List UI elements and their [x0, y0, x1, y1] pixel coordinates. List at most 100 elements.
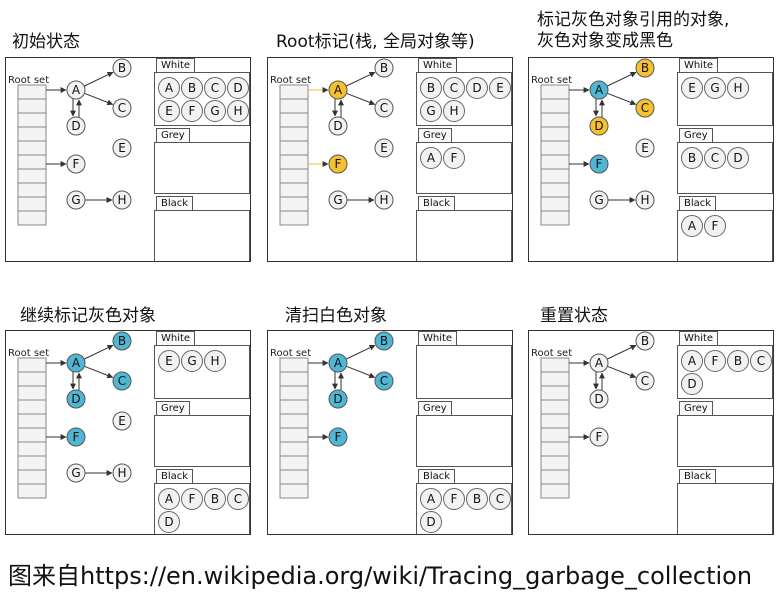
black-set — [154, 210, 250, 261]
black-set — [677, 483, 773, 534]
black-set-item-F: F — [704, 215, 726, 237]
node-G: G — [328, 190, 348, 210]
panel-title-1: 初始状态 — [12, 32, 80, 52]
object-graph: A B C D E F G H — [17, 58, 132, 226]
white-set-item-G: G — [204, 100, 226, 122]
svg-text:H: H — [117, 466, 126, 480]
white-set-item-H: H — [227, 100, 249, 122]
svg-text:A: A — [334, 83, 343, 97]
svg-text:C: C — [380, 101, 388, 115]
black-set-label: Black — [156, 469, 194, 484]
panel-2: Root set A B C D E F G H White B C D E G H Grey A F Black — [267, 57, 513, 262]
svg-text:H: H — [640, 193, 649, 207]
black-set-item-C: C — [227, 488, 249, 510]
node-A: A — [66, 80, 86, 100]
grey-set-label: Grey — [418, 128, 452, 143]
white-set-label: White — [679, 331, 719, 346]
white-set-item-H: H — [204, 350, 226, 372]
white-set-item-H: H — [727, 77, 749, 99]
root-set-stack — [279, 357, 309, 499]
white-set-item-C: C — [750, 350, 772, 372]
node-C: C — [635, 98, 655, 118]
svg-text:F: F — [596, 430, 603, 444]
root-set-stack — [540, 357, 570, 499]
svg-text:D: D — [333, 119, 342, 133]
color-sets: White A B C D E F G H Grey Black — [154, 58, 250, 261]
object-graph: A B C D F — [279, 331, 394, 499]
white-set-label: White — [418, 58, 458, 73]
edge-A-C — [607, 92, 637, 106]
node-F: F — [589, 427, 609, 447]
svg-text:B: B — [380, 61, 388, 75]
svg-text:G: G — [71, 466, 80, 480]
color-sets: White E G H Grey Black A F B C D — [154, 331, 250, 534]
edge-A-C — [84, 92, 114, 106]
edge-A-B — [606, 71, 637, 87]
node-A: A — [328, 80, 348, 100]
object-graph: A B C D F — [540, 331, 655, 499]
node-G: G — [589, 190, 609, 210]
node-B: B — [112, 331, 132, 351]
edge-A-C — [346, 365, 376, 379]
edge-A-B — [83, 344, 114, 360]
black-set-item-B: B — [466, 488, 488, 510]
white-set-item-E: E — [158, 100, 180, 122]
edge-A-B — [606, 344, 637, 360]
node-B: B — [635, 331, 655, 351]
svg-text:G: G — [71, 193, 80, 207]
white-set-item-D: D — [227, 77, 249, 99]
svg-text:A: A — [334, 356, 343, 370]
black-set-item-A: A — [681, 215, 703, 237]
object-graph: A B C D E F G H — [540, 58, 655, 226]
white-set-item-C: C — [204, 77, 226, 99]
grey-set-item-B: B — [681, 147, 703, 169]
svg-text:H: H — [117, 193, 126, 207]
edge-A-C — [607, 365, 637, 379]
grey-set-label: Grey — [418, 401, 452, 416]
black-set: AFBC D — [416, 483, 512, 534]
svg-text:A: A — [595, 356, 604, 370]
svg-text:C: C — [641, 101, 649, 115]
node-G: G — [66, 463, 86, 483]
node-F: F — [66, 154, 86, 174]
node-H: H — [635, 190, 655, 210]
black-set-item-D: D — [420, 511, 442, 533]
white-set-item-D: D — [681, 373, 703, 395]
white-set-item-D: D — [466, 77, 488, 99]
node-D: D — [589, 389, 609, 409]
panel-1: Root set A B C D E F G H White A B C D E F G H Grey Black — [5, 57, 251, 262]
panel-title-4: 继续标记灰色对象 — [20, 306, 156, 326]
grey-set: AF — [416, 142, 512, 194]
node-B: B — [374, 58, 394, 78]
black-set-item-D: D — [158, 511, 180, 533]
black-set-item-B: B — [204, 488, 226, 510]
node-E: E — [112, 411, 132, 431]
black-set-item-F: F — [443, 488, 465, 510]
white-set-item-A: A — [158, 77, 180, 99]
object-graph: A B C D E F G H — [17, 331, 132, 499]
root-set-stack — [279, 84, 309, 226]
node-E: E — [374, 138, 394, 158]
black-set — [416, 210, 512, 261]
node-C: C — [635, 371, 655, 391]
node-H: H — [112, 463, 132, 483]
node-C: C — [374, 371, 394, 391]
node-D: D — [66, 116, 86, 136]
node-B: B — [635, 58, 655, 78]
panel-title-5: 清扫白色对象 — [285, 306, 387, 326]
grey-set — [416, 415, 512, 467]
color-sets: White A F B C D Grey Black — [677, 331, 773, 534]
black-set-item-A: A — [420, 488, 442, 510]
grey-set — [154, 142, 250, 194]
grey-set-item-F: F — [443, 147, 465, 169]
node-C: C — [112, 98, 132, 118]
black-set-item-F: F — [181, 488, 203, 510]
svg-text:C: C — [118, 101, 126, 115]
grey-set-item-C: C — [704, 147, 726, 169]
svg-text:D: D — [71, 392, 80, 406]
svg-text:D: D — [71, 119, 80, 133]
svg-text:F: F — [73, 430, 80, 444]
svg-text:G: G — [594, 193, 603, 207]
black-set: AFBC D — [154, 483, 250, 534]
white-set — [416, 345, 512, 399]
